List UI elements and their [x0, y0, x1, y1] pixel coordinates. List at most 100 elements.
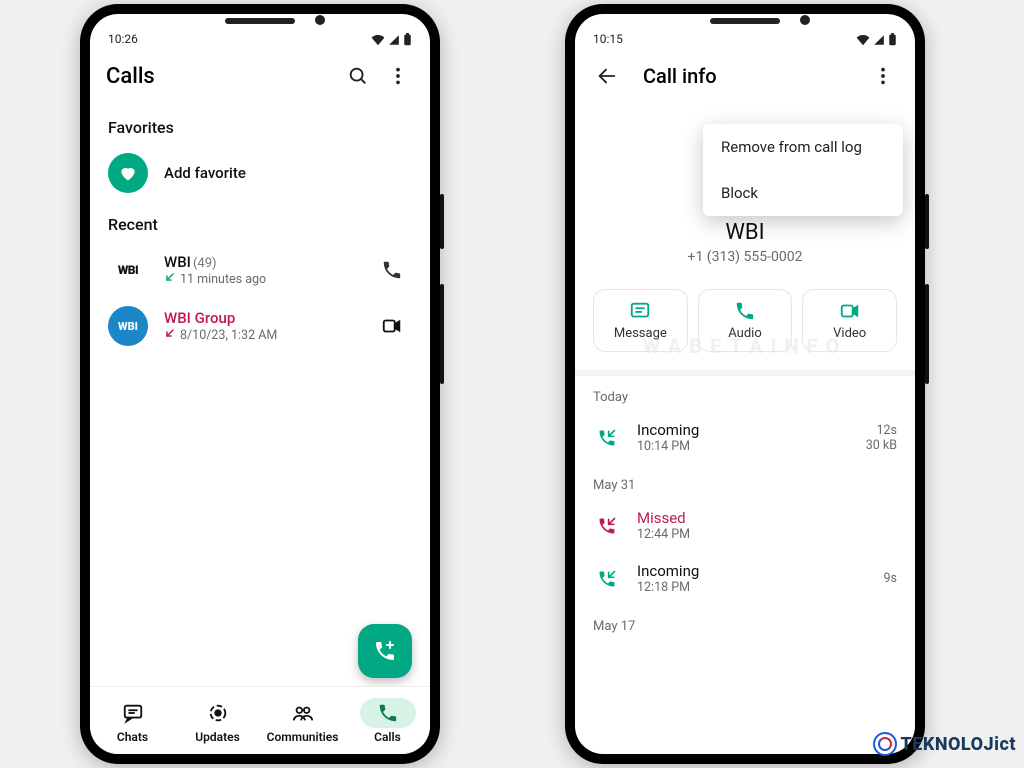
- earpiece: [225, 18, 295, 24]
- community-icon: [275, 698, 331, 728]
- more-button[interactable]: [378, 56, 418, 96]
- chat-icon: [105, 698, 161, 728]
- video-label: Video: [833, 326, 866, 341]
- swirl-icon: [873, 732, 897, 756]
- search-icon: [347, 65, 369, 87]
- contact-number: +1 (313) 555-0002: [688, 249, 803, 265]
- call-title: WBI Group: [164, 309, 356, 327]
- video-action[interactable]: Video: [802, 289, 897, 352]
- call-log-row[interactable]: Incoming 10:14 PM 12s30 kB: [575, 411, 915, 464]
- menu-block[interactable]: Block: [703, 170, 903, 216]
- call-log-row[interactable]: Missed 12:44 PM: [575, 499, 915, 552]
- call-subtitle: 8/10/23, 1:32 AM: [164, 327, 356, 343]
- call-subtitle: 11 minutes ago: [164, 271, 356, 287]
- nav-communities[interactable]: Communities: [260, 687, 345, 754]
- search-button[interactable]: [338, 56, 378, 96]
- nav-label: Chats: [117, 730, 148, 744]
- front-camera: [315, 15, 325, 25]
- app-bar: Call info: [575, 48, 915, 104]
- status-time: 10:26: [108, 32, 138, 46]
- recent-call-row[interactable]: WBI WBI Group 8/10/23, 1:32 AM: [90, 298, 430, 354]
- phone-frame-right: 10:15 Call info: [565, 4, 925, 764]
- video-icon: [839, 300, 861, 322]
- log-section-header: Today: [575, 376, 915, 411]
- message-icon: [629, 300, 651, 322]
- message-action[interactable]: Message: [593, 289, 688, 352]
- contact-name: WBI: [725, 220, 764, 245]
- call-type-icon: [593, 428, 621, 448]
- recent-call-row[interactable]: WBI WBI(49) 11 minutes ago: [90, 242, 430, 298]
- call-log-row[interactable]: Incoming 12:18 PM 9s: [575, 552, 915, 605]
- page-title: Calls: [102, 64, 338, 89]
- call-meta: 12s30 kB: [866, 423, 897, 453]
- recent-header: Recent: [90, 201, 430, 242]
- call-icon: [734, 300, 756, 322]
- add-favorite-label: Add favorite: [164, 164, 412, 182]
- status-time: 10:15: [593, 32, 623, 46]
- more-vert-icon: [872, 65, 894, 87]
- favorites-header: Favorites: [90, 104, 430, 145]
- call-type-label: Missed: [637, 509, 881, 527]
- battery-icon: [888, 33, 897, 46]
- call-type-label: Incoming: [637, 562, 868, 580]
- call-time: 12:18 PM: [637, 580, 868, 595]
- new-call-fab[interactable]: [358, 624, 412, 678]
- nav-chats[interactable]: Chats: [90, 687, 175, 754]
- screen-right: 10:15 Call info: [575, 14, 915, 754]
- audio-label: Audio: [728, 326, 761, 341]
- voice-call-button[interactable]: [372, 250, 412, 290]
- wifi-icon: [856, 34, 870, 46]
- call-log: Today Incoming 10:14 PM 12s30 kBMay 31 M…: [575, 376, 915, 640]
- screen-left: 10:26 Calls Favorites: [90, 14, 430, 754]
- contact-avatar: WBI: [108, 250, 148, 290]
- status-icons: [856, 33, 897, 46]
- overflow-menu: Remove from call log Block: [703, 124, 903, 216]
- recent-list: WBI WBI(49) 11 minutes ago WBI WBI Group…: [90, 242, 430, 354]
- nav-label: Communities: [267, 730, 339, 744]
- status-icons: [371, 33, 412, 46]
- call-meta: 9s: [884, 571, 897, 586]
- updates-icon: [190, 698, 246, 728]
- more-vert-icon: [387, 65, 409, 87]
- nav-calls[interactable]: Calls: [345, 687, 430, 754]
- site-watermark: TEKNOLOJict: [873, 732, 1017, 756]
- arrow-back-icon: [596, 65, 618, 87]
- message-label: Message: [614, 326, 667, 341]
- video-call-button[interactable]: [372, 306, 412, 346]
- call-time: 12:44 PM: [637, 527, 881, 542]
- call-icon: [360, 698, 416, 728]
- call-time: 10:14 PM: [637, 439, 850, 454]
- nav-updates[interactable]: Updates: [175, 687, 260, 754]
- add-favorite-row[interactable]: Add favorite: [90, 145, 430, 201]
- call-title: WBI(49): [164, 253, 356, 271]
- add-call-icon: [373, 639, 397, 663]
- call-direction-icon: [164, 271, 176, 287]
- signal-icon: [873, 34, 885, 46]
- call-direction-icon: [164, 327, 176, 343]
- call-type-icon: [593, 569, 621, 589]
- nav-label: Calls: [374, 730, 401, 744]
- front-camera: [800, 15, 810, 25]
- log-section-header: May 31: [575, 464, 915, 499]
- back-button[interactable]: [587, 56, 627, 96]
- page-title: Call info: [627, 64, 863, 88]
- brand-text: TEKNOLOJict: [901, 734, 1017, 755]
- call-type-icon: [593, 516, 621, 536]
- group-avatar: WBI: [108, 306, 148, 346]
- audio-action[interactable]: Audio: [698, 289, 793, 352]
- stage: 10:26 Calls Favorites: [0, 0, 1024, 768]
- bottom-nav: Chats Updates Communities Calls: [90, 686, 430, 754]
- signal-icon: [388, 34, 400, 46]
- call-type-label: Incoming: [637, 421, 850, 439]
- earpiece: [710, 18, 780, 24]
- app-bar: Calls: [90, 48, 430, 104]
- more-button[interactable]: [863, 56, 903, 96]
- call-count: (49): [193, 256, 217, 271]
- phone-frame-left: 10:26 Calls Favorites: [80, 4, 440, 764]
- menu-remove-from-log[interactable]: Remove from call log: [703, 124, 903, 170]
- add-favorite-avatar: [108, 153, 148, 193]
- wifi-icon: [371, 34, 385, 46]
- battery-icon: [403, 33, 412, 46]
- heart-icon: [118, 163, 138, 183]
- contact-actions: Message Audio Video: [575, 277, 915, 370]
